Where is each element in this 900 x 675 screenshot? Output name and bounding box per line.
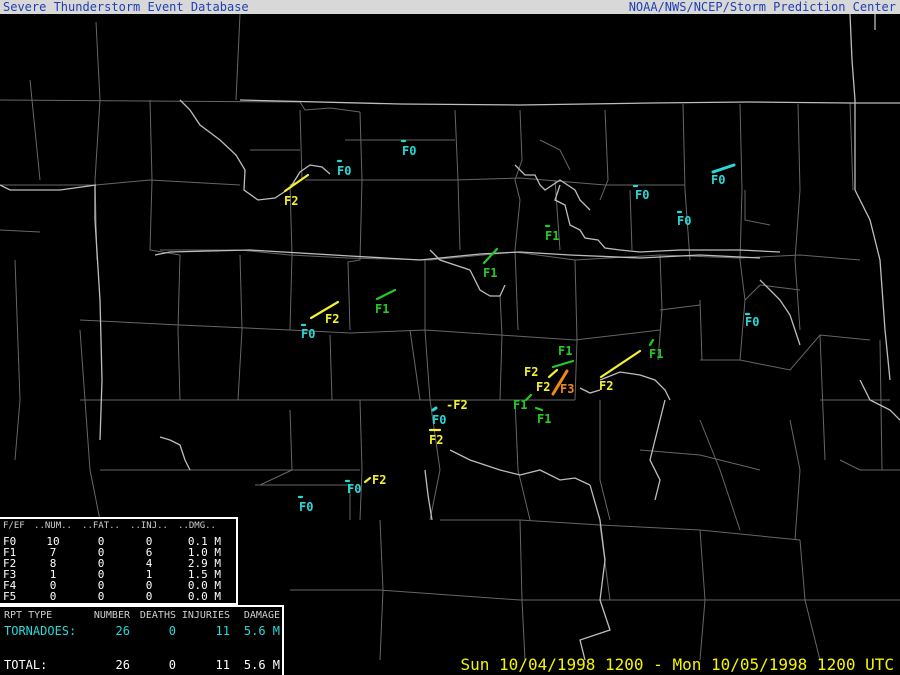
- header-bar: Severe Thunderstorm Event Database NOAA/…: [0, 0, 900, 14]
- tornado-label: F2: [524, 365, 538, 379]
- tornado-label: F1: [513, 398, 527, 412]
- col-header: NUMBER: [93, 610, 130, 621]
- tornado-label: F0: [299, 500, 313, 514]
- stat-cell: 0: [49, 590, 57, 603]
- tornado-label: F0: [745, 315, 759, 329]
- track-f0: [711, 163, 736, 174]
- track-f2: [363, 476, 372, 484]
- col-header: ..NUM..: [34, 521, 72, 531]
- col-header: DAMAGE: [243, 610, 280, 621]
- col-header: RPT TYPE: [4, 610, 53, 621]
- tornado-label: F0: [432, 413, 446, 427]
- tornadoes-row: TORNADOES: 26 0 11 5.6 M: [4, 624, 280, 638]
- stat-cell: 0: [97, 590, 105, 603]
- track-f0: [431, 406, 438, 412]
- col-header: DEATHS: [139, 610, 176, 621]
- tornado-label: F1: [537, 412, 551, 426]
- tornado-labels: F0 F0 F2 F0 F0 F0 F1 F1 F1 F2 F0 F0 F1 F…: [284, 144, 759, 514]
- fscale-cell: F5: [3, 590, 17, 603]
- row-label: TOTAL:: [4, 658, 48, 672]
- tornado-label: F2: [536, 380, 550, 394]
- track-f2: [547, 368, 559, 379]
- col-header: ..DMG..: [178, 521, 216, 531]
- track-f1: [648, 338, 655, 347]
- tornado-label: F0: [337, 164, 351, 178]
- tornado-label: F0: [402, 144, 416, 158]
- track-f1: [551, 359, 575, 369]
- tornado-label: F1: [483, 266, 497, 280]
- track-f1: [375, 288, 397, 301]
- fscale-stats-panel: F/EF ..NUM.. ..FAT.. ..INJ.. ..DMG.. F0 1…: [0, 517, 238, 605]
- tornado-label: F1: [558, 344, 572, 358]
- tornado-label: F1: [375, 302, 389, 316]
- col-header: F/EF: [3, 521, 25, 531]
- date-range: Sun 10/04/1998 1200 - Mon 10/05/1998 120…: [460, 655, 894, 674]
- tornado-label: F2: [325, 312, 339, 326]
- tornado-label: F3: [560, 382, 574, 396]
- database-title: Severe Thunderstorm Event Database: [3, 0, 249, 14]
- tornado-label: F0: [711, 173, 725, 187]
- track-f2: [599, 349, 642, 379]
- stat-cell: 0: [145, 590, 153, 603]
- agency-title: NOAA/NWS/NCEP/Storm Prediction Center: [628, 0, 896, 14]
- col-header: INJURIES: [181, 610, 230, 621]
- tornado-label: F2: [599, 379, 613, 393]
- row-label: TORNADOES:: [4, 624, 77, 638]
- tornado-label: F2: [284, 194, 298, 208]
- tornado-label: F2: [429, 433, 443, 447]
- track-f1: [534, 406, 544, 412]
- tornado-label: F0: [677, 214, 691, 228]
- tornado-label: F2: [372, 473, 386, 487]
- track-f1: [482, 247, 499, 265]
- report-summary-panel: RPT TYPE NUMBER DEATHS INJURIES DAMAGE T…: [0, 605, 284, 675]
- col-header: ..INJ..: [130, 521, 168, 531]
- tornado-label: F1: [649, 347, 663, 361]
- tornado-label: F0: [301, 327, 315, 341]
- stats-row: F5 0 0 0 0.0 M: [3, 591, 221, 602]
- tornado-label: F0: [347, 482, 361, 496]
- stat-cell: 0.0 M: [187, 590, 221, 603]
- tornado-label: -F2: [446, 398, 468, 412]
- col-header: ..FAT..: [82, 521, 120, 531]
- tornado-label: F1: [545, 229, 559, 243]
- tornado-label: F0: [635, 188, 649, 202]
- total-row: TOTAL: 26 0 11 5.6 M: [4, 658, 280, 672]
